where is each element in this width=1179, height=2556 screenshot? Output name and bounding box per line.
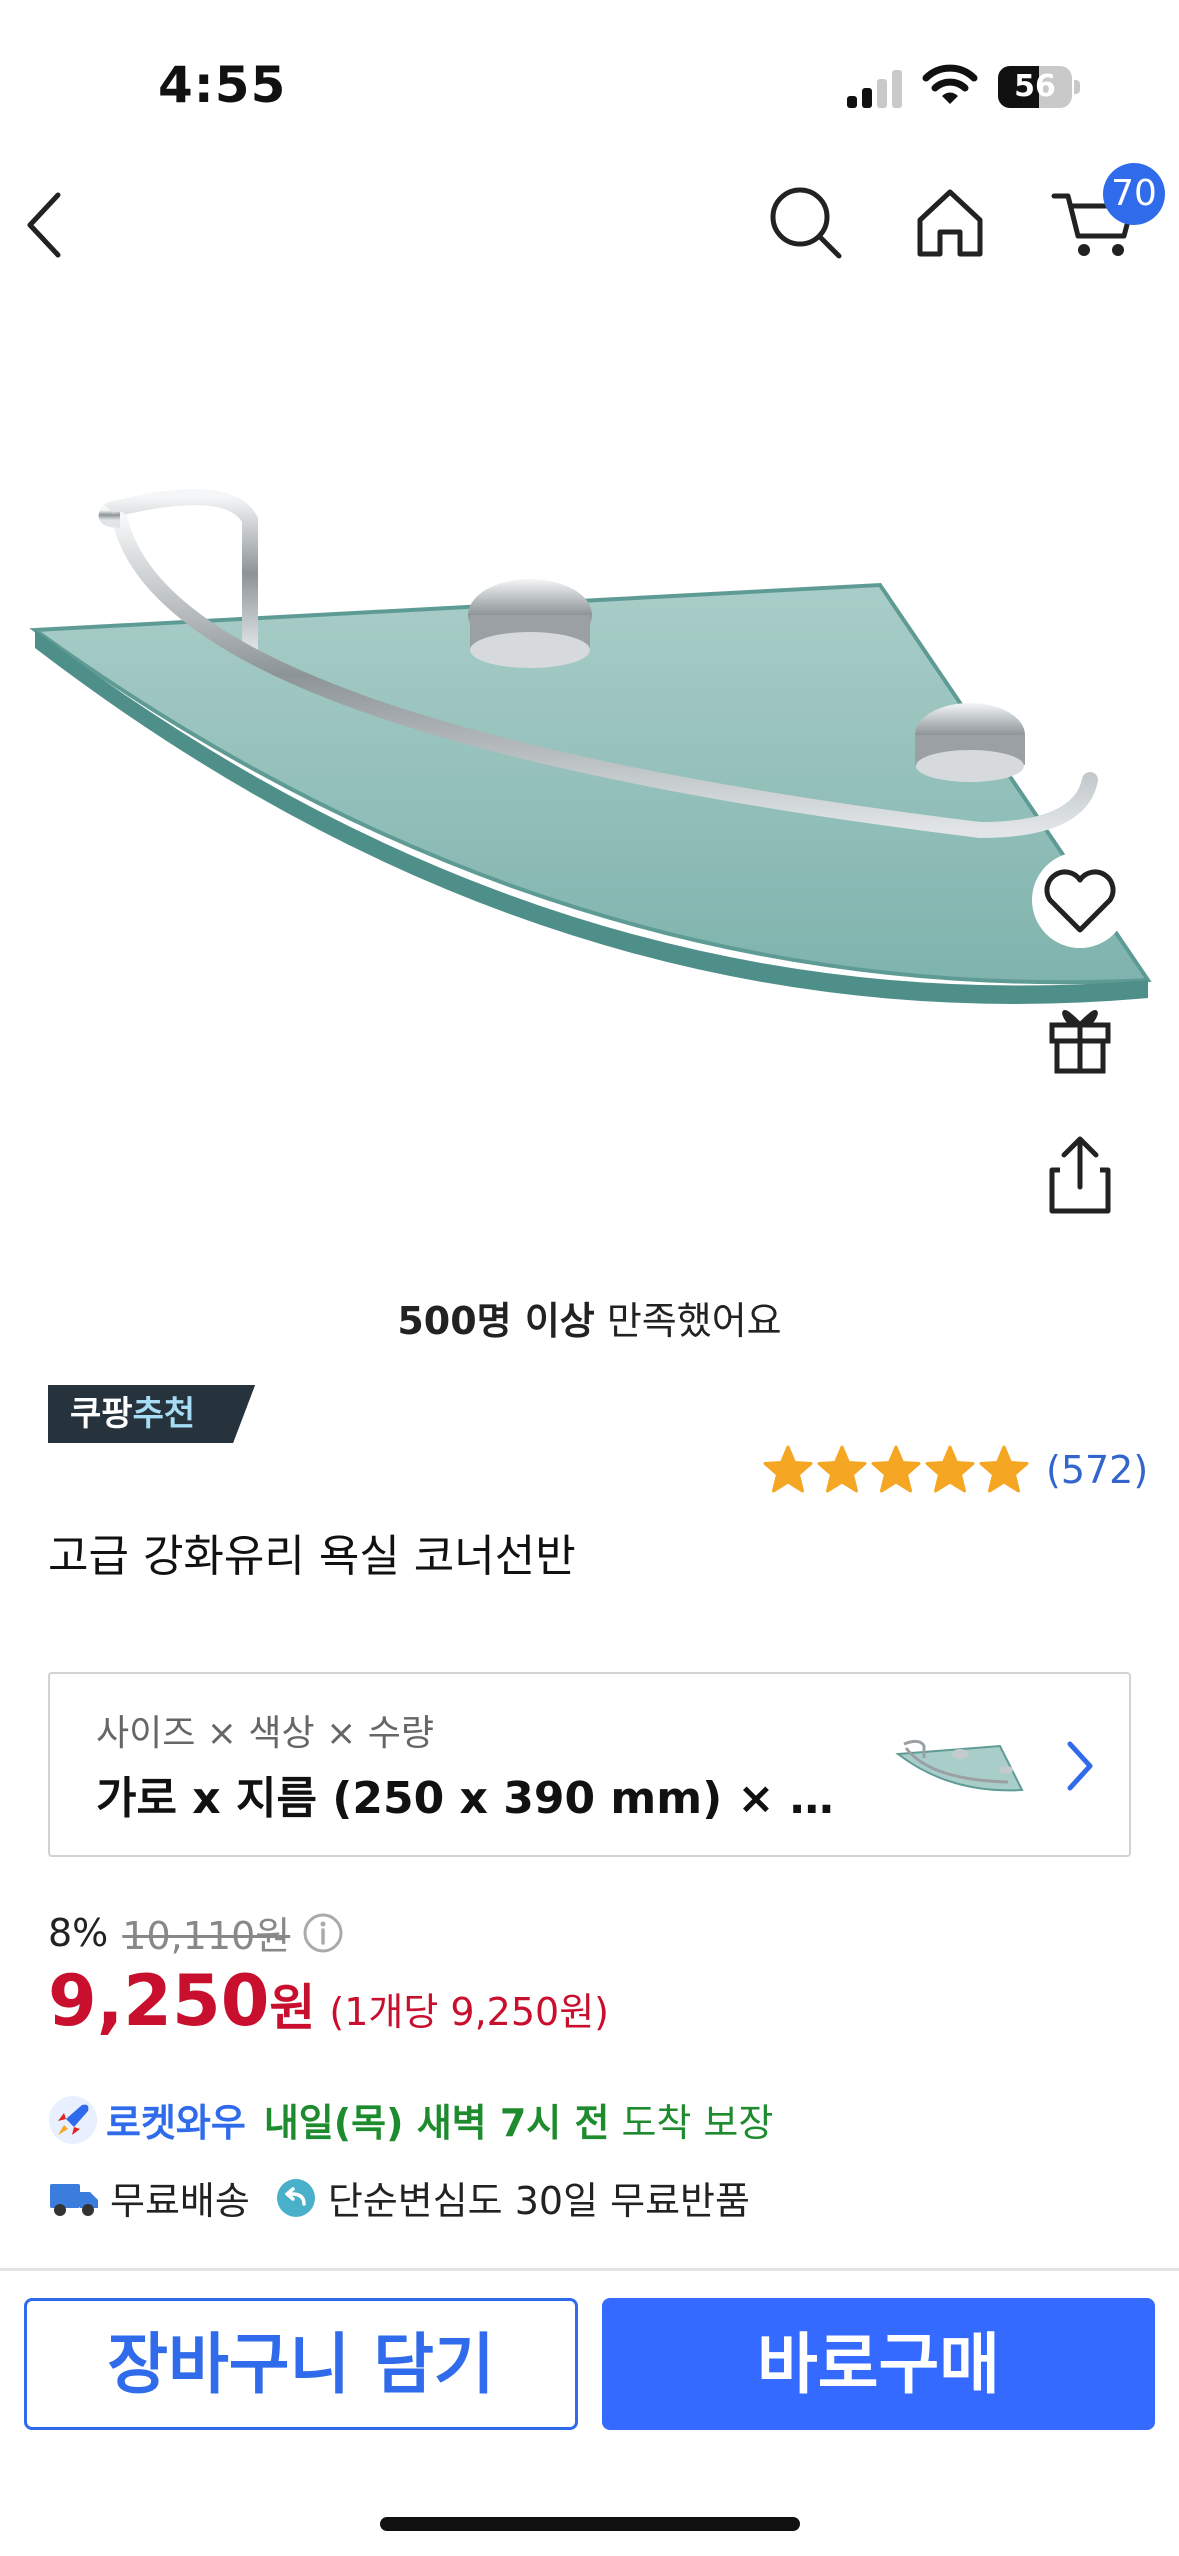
gift-icon[interactable] <box>1030 985 1130 1085</box>
sale-price: 9,250 <box>48 1960 270 2042</box>
top-navigation <box>0 160 1179 290</box>
unit-price: (1개당 9,250원) <box>329 1990 609 2034</box>
price-unit: 원 <box>269 1979 316 2037</box>
star-icon <box>763 1445 813 1493</box>
star-icon <box>871 1445 921 1493</box>
home-indicator[interactable] <box>380 2517 800 2531</box>
product-title: 고급 강화유리 욕실 코너선반 <box>48 1531 576 1582</box>
search-icon[interactable] <box>765 182 845 262</box>
return-icon <box>276 2178 315 2217</box>
arrival-guarantee: 도착 보장 <box>621 2101 774 2145</box>
free-shipping: 무료배송 <box>110 2179 250 2223</box>
buy-now-button[interactable]: 바로구매 <box>602 2298 1155 2430</box>
badge-recommend: 추천 <box>132 1394 196 1434</box>
option-value: 가로 x 지름 (250 x 390 mm) × 혼합색상 × 1개 <box>96 1773 866 1824</box>
delivery-info: 로켓와우 내일(목) 새벽 7시 전 도착 보장 <box>48 2092 773 2147</box>
option-thumbnail <box>895 1739 1024 1792</box>
cellular-signal-icon <box>847 70 902 108</box>
battery-percent: 56 <box>1014 69 1056 104</box>
badge-brand: 쿠팡 <box>70 1394 133 1434</box>
truck-icon <box>50 2183 98 2216</box>
star-rating <box>762 1444 1032 1496</box>
free-return: 단순변심도 30일 무료반품 <box>327 2179 750 2223</box>
price-row: 9,250 원 (1개당 9,250원) <box>48 1960 609 2042</box>
bottom-divider <box>0 2268 1179 2271</box>
satisfaction-text: 500명 이상 만족했어요 <box>0 1290 1179 1345</box>
option-selector[interactable]: 사이즈 × 색상 × 수량 가로 x 지름 (250 x 390 mm) × 혼… <box>48 1672 1131 1857</box>
satisfaction-rest: 만족했어요 <box>594 1299 782 1343</box>
home-icon[interactable] <box>910 182 990 262</box>
share-icon[interactable] <box>1030 1125 1130 1225</box>
wifi-icon <box>922 64 978 104</box>
perks-row: 무료배송 단순변심도 30일 무료반품 <box>48 2170 750 2225</box>
info-icon[interactable] <box>302 1912 344 1954</box>
rocket-wow-label: 로켓와우 <box>106 2101 246 2145</box>
satisfaction-strong: 500명 이상 <box>397 1299 595 1343</box>
star-icon <box>925 1445 975 1493</box>
star-icon <box>979 1445 1029 1493</box>
battery-indicator: 56 <box>998 66 1080 108</box>
add-to-cart-button[interactable]: 장바구니 담기 <box>24 2298 578 2430</box>
status-time: 4:55 <box>158 56 287 114</box>
discount-rate: 8% <box>48 1910 109 1955</box>
review-count[interactable]: (572) <box>1046 1448 1148 1492</box>
cart-count-badge: 70 <box>1103 163 1165 225</box>
rating[interactable]: (572) <box>762 1440 1148 1500</box>
arrival-time: 내일(목) 새벽 7시 전 <box>263 2101 610 2145</box>
original-price: 10,110원 <box>122 1914 291 1958</box>
option-label: 사이즈 × 색상 × 수량 <box>96 1713 434 1754</box>
coupang-recommend-badge: 쿠팡추천 <box>48 1385 255 1443</box>
heart-icon[interactable] <box>1030 850 1130 950</box>
rocket-icon <box>49 2095 97 2144</box>
discount-row: 8% 10,110원 <box>48 1905 344 1960</box>
chevron-right-icon <box>1067 1741 1093 1791</box>
status-bar: 4:55 56 <box>0 0 1179 150</box>
product-image[interactable] <box>0 330 1179 1250</box>
back-arrow-icon[interactable] <box>18 185 88 265</box>
star-icon <box>817 1445 867 1493</box>
